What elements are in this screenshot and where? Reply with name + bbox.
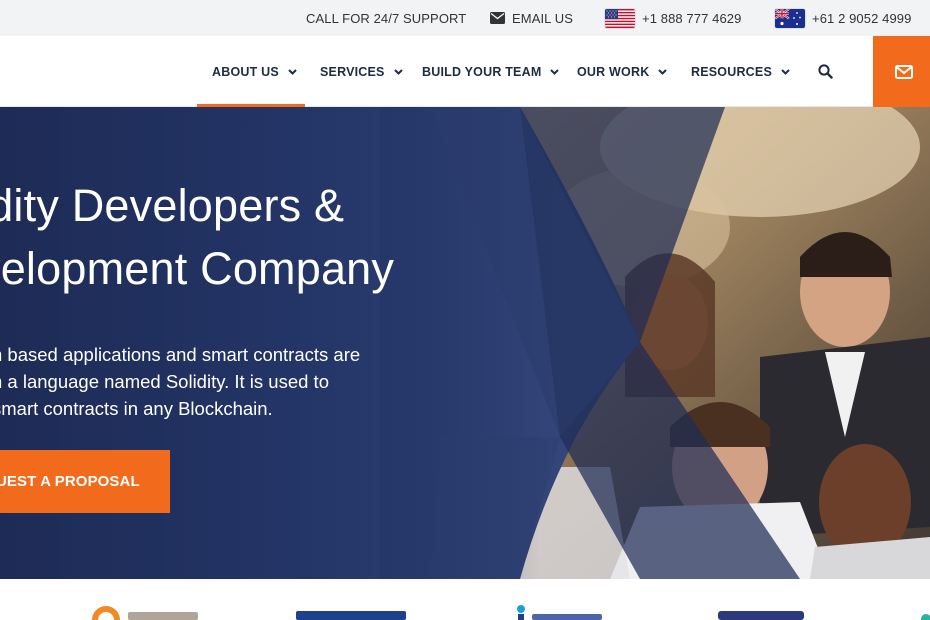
envelope-icon: [895, 64, 913, 79]
nav-item-build-your-team[interactable]: BUILD YOUR TEAM: [422, 36, 560, 107]
nav-item-about-us[interactable]: ABOUT US: [212, 36, 297, 107]
client-logo-3: [517, 605, 602, 620]
request-proposal-button[interactable]: UEST A PROPOSAL: [0, 450, 170, 513]
support-label: CALL FOR 24/7 SUPPORT: [306, 10, 467, 26]
us-flag-icon: [605, 8, 635, 28]
client-logo-2: [296, 611, 406, 620]
nav-item-label: ABOUT US: [212, 64, 279, 79]
client-logo-1: [92, 606, 198, 620]
phone-us-link[interactable]: +1 888 777 4629: [605, 0, 741, 36]
contact-button[interactable]: [873, 36, 930, 107]
chevron-down-icon: [781, 68, 790, 75]
email-link[interactable]: EMAIL US: [490, 0, 573, 36]
chevron-down-icon: [393, 68, 403, 75]
hero-title-line-2: velopment Company: [0, 243, 395, 294]
nav-item-label: RESOURCES: [691, 64, 772, 79]
hero-description-line-3: smart contracts in any Blockchain.: [0, 398, 273, 419]
au-flag-icon: [775, 8, 805, 28]
hero-description-line-1: n based applications and smart contracts…: [0, 344, 361, 365]
search-icon[interactable]: [818, 64, 833, 79]
phone-au-link[interactable]: +61 2 9052 4999: [775, 0, 911, 36]
hero-description-line-2: n a language named Solidity. It is used …: [0, 371, 329, 392]
phone-au-label: +61 2 9052 4999: [812, 10, 912, 26]
request-proposal-label: UEST A PROPOSAL: [0, 473, 140, 490]
client-logo-4: [718, 611, 804, 620]
chevron-down-icon: [550, 68, 560, 75]
nav-item-resources[interactable]: RESOURCES: [691, 36, 790, 107]
nav-item-services[interactable]: SERVICES: [320, 36, 403, 107]
support-link[interactable]: CALL FOR 24/7 SUPPORT: [306, 0, 466, 36]
nav-item-label: BUILD YOUR TEAM: [422, 64, 542, 79]
nav-item-our-work[interactable]: OUR WORK: [577, 36, 668, 107]
hero-banner: idity Developers & velopment Company n b…: [0, 107, 930, 579]
chevron-down-icon: [658, 68, 668, 75]
chevron-down-icon: [288, 68, 297, 75]
nav-item-label: OUR WORK: [577, 64, 650, 79]
hero-title-line-1: idity Developers &: [0, 180, 345, 231]
client-logo-5: [921, 614, 930, 620]
top-utility-bar: CALL FOR 24/7 SUPPORT EMAIL US +1 888 77…: [0, 0, 930, 36]
nav-item-label: SERVICES: [320, 64, 385, 79]
envelope-icon: [490, 12, 505, 24]
client-logo-strip: [0, 579, 930, 620]
phone-us-label: +1 888 777 4629: [642, 10, 742, 26]
email-label: EMAIL US: [512, 10, 574, 26]
main-navigation: ABOUT US SERVICES BUILD YOUR TEAM OUR WO…: [0, 36, 930, 107]
